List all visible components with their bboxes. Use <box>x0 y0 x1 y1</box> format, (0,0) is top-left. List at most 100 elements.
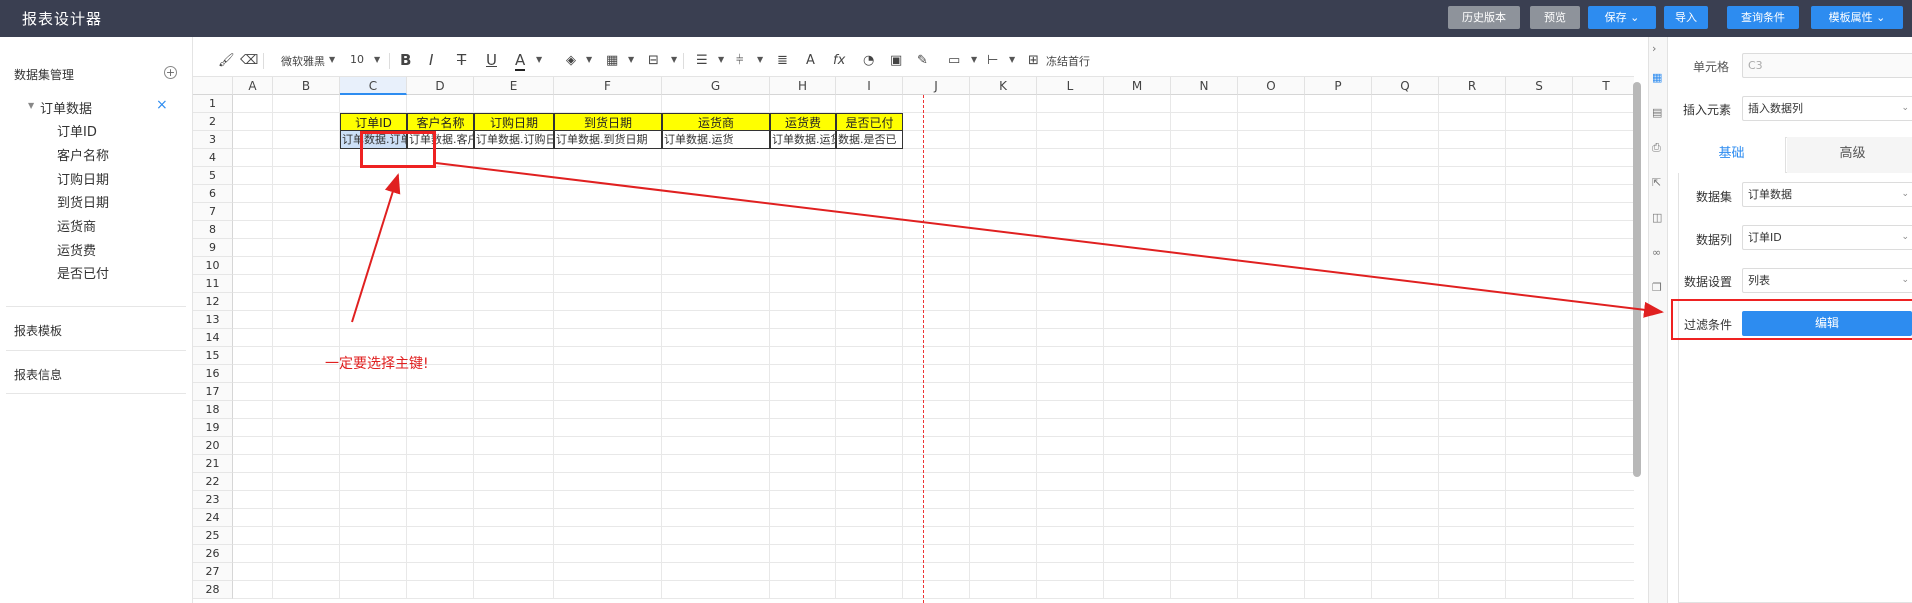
cell[interactable] <box>970 113 1037 131</box>
cell[interactable] <box>1171 473 1238 491</box>
cell[interactable] <box>1171 131 1238 149</box>
cell[interactable] <box>1037 473 1104 491</box>
cell[interactable] <box>836 509 903 527</box>
cell[interactable] <box>1372 329 1439 347</box>
cell[interactable] <box>474 275 554 293</box>
close-icon[interactable]: × <box>156 97 168 113</box>
row-header[interactable]: 8 <box>193 221 233 239</box>
wrap-text-icon[interactable]: ≣ <box>777 53 788 68</box>
cell[interactable] <box>836 545 903 563</box>
italic-button[interactable]: I <box>429 51 433 69</box>
cell[interactable] <box>474 473 554 491</box>
cell[interactable] <box>836 437 903 455</box>
cell[interactable] <box>474 95 554 113</box>
cell[interactable] <box>1573 455 1634 473</box>
cell[interactable] <box>1573 365 1634 383</box>
cell[interactable] <box>340 311 407 329</box>
cell[interactable] <box>407 491 474 509</box>
cell[interactable] <box>1573 167 1634 185</box>
cell[interactable] <box>1439 311 1506 329</box>
cell[interactable] <box>273 203 340 221</box>
cell[interactable] <box>1171 167 1238 185</box>
export-icon[interactable]: ⇱ <box>1652 176 1661 189</box>
cell[interactable] <box>1171 509 1238 527</box>
cell[interactable] <box>273 437 340 455</box>
cell[interactable] <box>273 257 340 275</box>
cell[interactable] <box>1104 95 1171 113</box>
cell[interactable] <box>903 419 970 437</box>
cell[interactable] <box>1372 185 1439 203</box>
cell[interactable] <box>662 509 770 527</box>
row-header[interactable]: 3 <box>193 131 233 149</box>
cell[interactable] <box>1573 131 1634 149</box>
insert-element-select[interactable]: 插入数据列 ⌄ <box>1742 96 1912 121</box>
cell[interactable] <box>1037 383 1104 401</box>
cell[interactable] <box>1439 167 1506 185</box>
row-header[interactable]: 19 <box>193 419 233 437</box>
cell[interactable] <box>903 563 970 581</box>
cell[interactable] <box>1037 491 1104 509</box>
cell[interactable] <box>903 329 970 347</box>
cell[interactable] <box>554 257 662 275</box>
cell[interactable] <box>770 383 836 401</box>
cell[interactable] <box>903 491 970 509</box>
cell[interactable] <box>233 473 273 491</box>
cell[interactable] <box>554 473 662 491</box>
cell[interactable] <box>1372 509 1439 527</box>
save-button[interactable]: 保存 ⌄ <box>1588 6 1656 29</box>
cell[interactable] <box>407 383 474 401</box>
row-header[interactable]: 12 <box>193 293 233 311</box>
row-header[interactable]: 28 <box>193 581 233 599</box>
cell[interactable] <box>970 257 1037 275</box>
cell[interactable] <box>1037 239 1104 257</box>
cell[interactable] <box>662 221 770 239</box>
cell[interactable] <box>407 329 474 347</box>
cell[interactable] <box>1573 239 1634 257</box>
cell[interactable] <box>970 401 1037 419</box>
cell[interactable] <box>233 293 273 311</box>
cell[interactable] <box>1305 131 1372 149</box>
cell[interactable] <box>1238 347 1305 365</box>
cell[interactable] <box>1238 491 1305 509</box>
cell[interactable] <box>1305 383 1372 401</box>
row-header[interactable]: 15 <box>193 347 233 365</box>
cell[interactable] <box>1171 203 1238 221</box>
cell[interactable] <box>1573 473 1634 491</box>
column-header[interactable]: P <box>1305 77 1372 95</box>
cell[interactable] <box>407 455 474 473</box>
cell[interactable] <box>1573 581 1634 599</box>
cell[interactable] <box>233 527 273 545</box>
cell[interactable] <box>1305 527 1372 545</box>
cell[interactable] <box>662 95 770 113</box>
cell[interactable] <box>903 401 970 419</box>
cell[interactable] <box>970 527 1037 545</box>
cell[interactable] <box>836 239 903 257</box>
cell[interactable] <box>233 329 273 347</box>
cell[interactable] <box>970 131 1037 149</box>
cell[interactable] <box>662 437 770 455</box>
cell[interactable] <box>662 419 770 437</box>
cell[interactable] <box>474 527 554 545</box>
cell[interactable] <box>233 275 273 293</box>
cell[interactable] <box>1238 185 1305 203</box>
cell[interactable] <box>1439 581 1506 599</box>
cell[interactable] <box>1171 293 1238 311</box>
cell[interactable] <box>340 419 407 437</box>
cell[interactable] <box>662 203 770 221</box>
cell[interactable] <box>903 473 970 491</box>
cell[interactable] <box>1573 149 1634 167</box>
cell[interactable] <box>970 491 1037 509</box>
cell[interactable] <box>1037 311 1104 329</box>
cell[interactable] <box>770 203 836 221</box>
border-icon[interactable]: ▦ <box>606 53 618 68</box>
image-icon[interactable]: ▣ <box>890 53 902 68</box>
cell[interactable] <box>662 401 770 419</box>
cell[interactable] <box>1439 509 1506 527</box>
cell[interactable] <box>233 221 273 239</box>
cell[interactable] <box>970 347 1037 365</box>
cell[interactable] <box>1037 131 1104 149</box>
cell[interactable] <box>903 221 970 239</box>
column-header[interactable]: M <box>1104 77 1171 95</box>
cell[interactable] <box>662 311 770 329</box>
vertical-scrollbar[interactable] <box>1633 82 1641 477</box>
